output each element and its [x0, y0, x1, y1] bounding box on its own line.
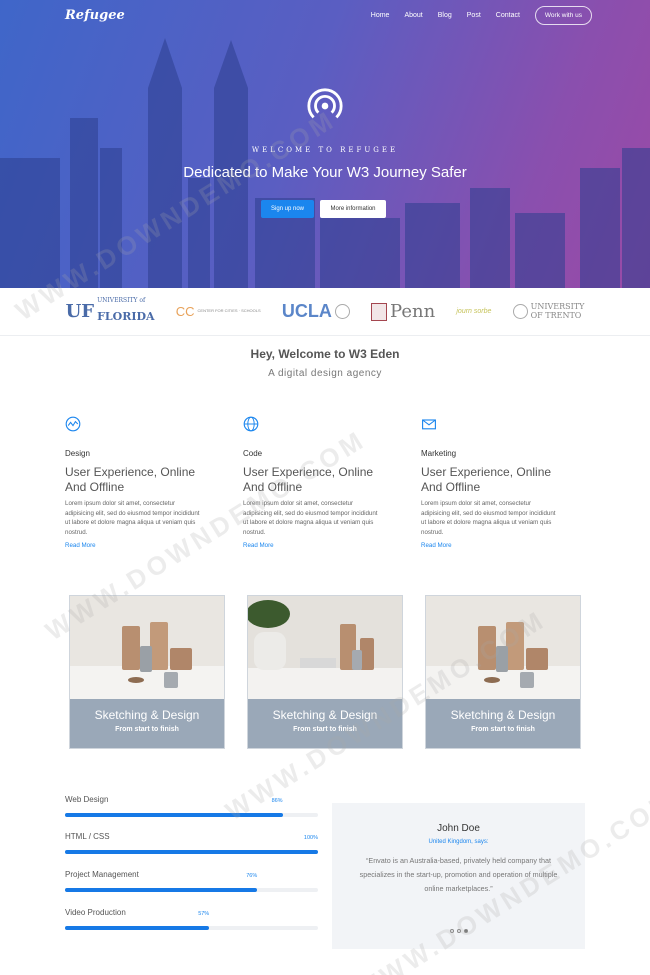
card-title: Sketching & Design	[94, 708, 200, 722]
card-title: Sketching & Design	[272, 708, 378, 722]
portfolio-card[interactable]: Sketching & Design From start to finish	[69, 595, 225, 749]
read-more-link[interactable]: Read More	[421, 542, 561, 549]
uf-mark: UF	[65, 301, 95, 322]
skill-label: Project Management	[65, 870, 139, 879]
ucla-seal-icon	[334, 304, 350, 319]
nav-post[interactable]: Post	[467, 12, 481, 19]
logo-university-of-trento: UNIVERSITY OF TRENTO	[512, 302, 584, 320]
skill-fill	[65, 926, 210, 930]
cc-small: CENTER FOR CITIES · SCHOOLS	[197, 308, 261, 314]
feature-title: User Experience, Online And Offline	[421, 465, 552, 494]
feature-description: Lorem ipsum dolor sit amet, consectetur …	[65, 500, 200, 536]
penn-text: Penn	[390, 301, 436, 322]
nav-contact[interactable]: Contact	[496, 12, 520, 19]
logo-university-of-florida: UF UNIVERSITY of FLORIDA	[66, 298, 155, 325]
nav-blog[interactable]: Blog	[438, 12, 452, 19]
skill-label: Video Production	[65, 908, 126, 917]
skill-track	[65, 926, 318, 930]
logo-journ-sorbe: journ sorbe	[456, 308, 491, 315]
testimonial-location: United Kingdom, says:	[428, 839, 489, 845]
sign-up-button[interactable]: Sign up now	[261, 200, 314, 218]
card-caption: Sketching & Design From start to finish	[70, 699, 224, 748]
carousel-dot-2[interactable]	[456, 929, 461, 933]
nav-home[interactable]: Home	[371, 12, 390, 19]
skill-percent: 86%	[271, 798, 283, 804]
skill-fill	[65, 888, 258, 892]
js-text: journ sorbe	[456, 308, 492, 315]
penn-shield-icon	[371, 302, 388, 321]
carousel-dot-3[interactable]	[463, 929, 468, 933]
read-more-link[interactable]: Read More	[243, 542, 383, 549]
card-subtitle: From start to finish	[293, 726, 357, 733]
skill-fill	[65, 813, 283, 817]
card-subtitle: From start to finish	[471, 726, 535, 733]
testimonial-quote: “Envato is an Australia-based, privately…	[359, 856, 558, 893]
read-more-link[interactable]: Read More	[65, 542, 205, 549]
intro-subtitle: A digital design agency	[268, 368, 382, 379]
product-photo	[426, 596, 580, 700]
card-title: Sketching & Design	[450, 708, 556, 722]
skill-project-management: Project Management 76%	[65, 870, 318, 892]
carousel-dots	[332, 929, 585, 933]
feature-title: User Experience, Online And Offline	[65, 465, 196, 494]
more-information-button[interactable]: More information	[320, 200, 386, 218]
feature-label: Design	[65, 449, 90, 458]
skill-html-css: HTML / CSS 100%	[65, 832, 318, 854]
envelope-icon	[422, 419, 436, 430]
intro-title: Hey, Welcome to W3 Eden	[250, 347, 400, 361]
trento-seal-icon	[512, 304, 528, 319]
feature-design: Design User Experience, Online And Offli…	[65, 416, 205, 549]
portfolio-card[interactable]: Sketching & Design From start to finish	[247, 595, 403, 749]
uf-small: UNIVERSITY of	[97, 297, 146, 304]
feature-title: User Experience, Online And Offline	[243, 465, 374, 494]
chart-line-icon	[65, 416, 81, 432]
skill-track	[65, 888, 318, 892]
portfolio-card[interactable]: Sketching & Design From start to finish	[425, 595, 581, 749]
skill-percent: 76%	[246, 873, 258, 879]
feature-description: Lorem ipsum dolor sit amet, consectetur …	[243, 500, 378, 536]
main-nav: Home About Blog Post Contact Work with u…	[371, 6, 592, 25]
hero-eyebrow: WELCOME TO REFUGEE	[251, 146, 399, 154]
cc-mark: CC	[175, 304, 195, 319]
skill-percent: 57%	[198, 911, 210, 917]
skill-video-production: Video Production 57%	[65, 908, 318, 930]
uf-name: FLORIDA	[97, 310, 155, 323]
feature-label: Marketing	[421, 449, 457, 458]
trento-line-2: OF TRENTO	[530, 310, 582, 320]
nav-about[interactable]: About	[404, 12, 422, 19]
skill-fill	[65, 850, 318, 854]
product-photo	[248, 596, 402, 700]
skill-percent: 100%	[303, 835, 318, 841]
hero-buttons: Sign up now More information	[261, 200, 386, 218]
feature-marketing: Marketing User Experience, Online And Of…	[421, 416, 561, 549]
feature-label: Code	[243, 449, 263, 458]
product-photo	[70, 596, 224, 700]
card-caption: Sketching & Design From start to finish	[248, 699, 402, 748]
carousel-dot-1[interactable]	[449, 929, 454, 933]
hero-title: Dedicated to Make Your W3 Journey Safer	[183, 164, 467, 181]
globe-icon	[243, 416, 259, 432]
card-caption: Sketching & Design From start to finish	[426, 699, 580, 748]
logo-penn: Penn	[371, 301, 435, 322]
skill-track	[65, 813, 318, 817]
brand-logo[interactable]: Refugee	[65, 8, 125, 23]
hero-section: Refugee Home About Blog Post Contact Wor…	[0, 0, 650, 288]
work-with-us-button[interactable]: Work with us	[534, 6, 592, 25]
testimonial-name: John Doe	[437, 823, 480, 834]
ucla-text: UCLA	[281, 301, 332, 321]
feature-description: Lorem ipsum dolor sit amet, consectetur …	[421, 500, 556, 536]
city-skyline-image	[0, 38, 650, 288]
logo-center-for-cities: CC CENTER FOR CITIES · SCHOOLS	[176, 304, 261, 319]
feature-code: Code User Experience, Online And Offline…	[243, 416, 383, 549]
skill-label: HTML / CSS	[65, 832, 110, 841]
logo-ucla: UCLA	[282, 301, 350, 322]
broadcast-signal-icon	[307, 88, 343, 119]
partner-logos: UF UNIVERSITY of FLORIDA CC CENTER FOR CI…	[0, 288, 650, 336]
skill-track	[65, 850, 318, 854]
card-subtitle: From start to finish	[115, 726, 179, 733]
testimonial-card: John Doe United Kingdom, says: “Envato i…	[332, 803, 585, 949]
skill-web-design: Web Design 86%	[65, 795, 318, 817]
